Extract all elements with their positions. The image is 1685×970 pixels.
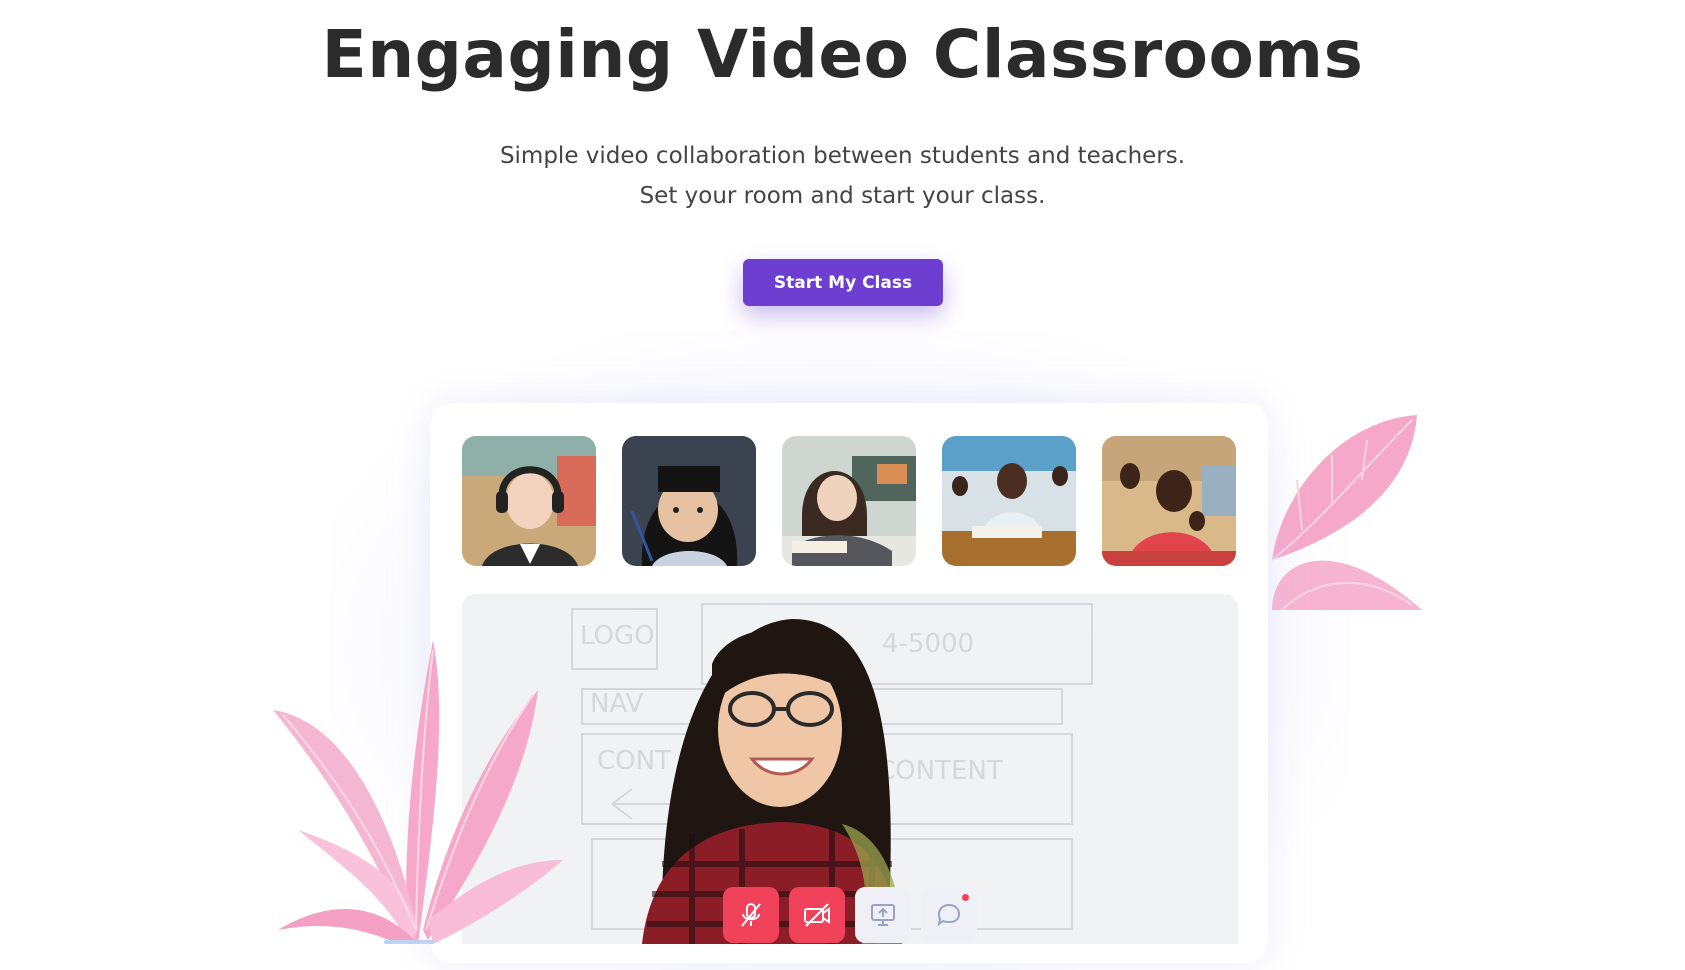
camera-off-button[interactable] <box>789 887 845 943</box>
student-with-headphones-image <box>462 436 596 566</box>
participant-thumb-1[interactable] <box>462 436 596 566</box>
page-title: Engaging Video Classrooms <box>321 16 1364 93</box>
start-my-class-button[interactable]: Start My Class <box>743 259 943 306</box>
mic-off-icon <box>741 903 761 927</box>
mute-mic-button[interactable] <box>723 887 779 943</box>
call-controls <box>723 887 977 943</box>
student-reading-image <box>782 436 916 566</box>
participant-thumb-2[interactable] <box>622 436 756 566</box>
participant-thumb-5[interactable] <box>1102 436 1236 566</box>
student-girl-image <box>622 436 756 566</box>
svg-text:CONT: CONT <box>597 746 671 776</box>
screen-share-icon <box>871 904 895 926</box>
svg-text:NAV: NAV <box>590 689 644 719</box>
plant-stand <box>384 940 434 944</box>
chat-icon <box>937 903 961 927</box>
plant-right-illustration <box>1271 415 1422 610</box>
chat-button[interactable] <box>921 887 977 943</box>
svg-text:LOGO: LOGO <box>580 621 655 651</box>
participant-strip <box>462 436 1236 566</box>
participant-thumb-4[interactable] <box>942 436 1076 566</box>
plant-left-illustration <box>273 640 563 944</box>
share-screen-button[interactable] <box>855 887 911 943</box>
camera-off-icon <box>804 903 830 927</box>
hero-subtitle: Simple video collaboration between stude… <box>0 136 1685 216</box>
hero-subtitle-line-1: Simple video collaboration between stude… <box>499 143 1186 169</box>
student-waving-image <box>1102 436 1236 566</box>
svg-text:CONTENT: CONTENT <box>877 756 1003 786</box>
svg-text:4-5000: 4-5000 <box>882 629 974 659</box>
unread-indicator <box>962 894 969 901</box>
participant-thumb-3[interactable] <box>782 436 916 566</box>
student-writing-image <box>942 436 1076 566</box>
hero-subtitle-line-2: Set your room and start your class. <box>639 183 1046 209</box>
